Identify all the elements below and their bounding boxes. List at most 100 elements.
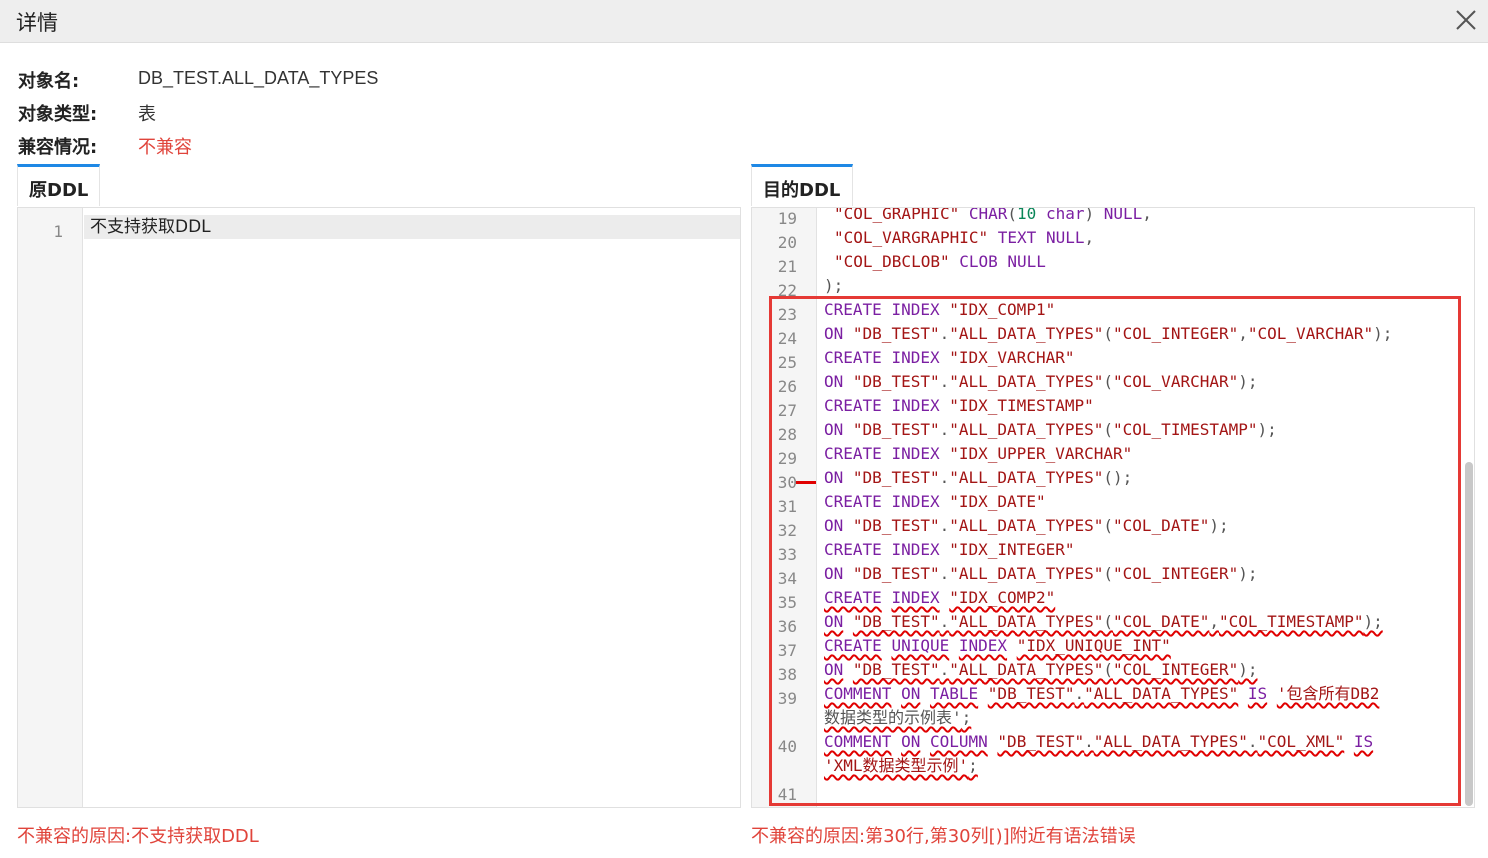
code-token: ); <box>1257 420 1277 439</box>
code-token: , <box>1142 207 1152 223</box>
code-token: "DB_TEST" <box>852 516 940 535</box>
code-token: . <box>939 660 950 679</box>
line-number: 28 <box>777 425 797 444</box>
code-token: CLOB <box>959 252 998 271</box>
code-token: "DB_TEST" <box>852 372 940 391</box>
code-line: CREATE INDEX "IDX_VARCHAR" <box>824 346 1474 370</box>
line-number: 40 <box>777 737 797 756</box>
code-token: "IDX_DATE" <box>949 492 1046 511</box>
code-token: . <box>1074 684 1085 703</box>
line-number: 27 <box>777 401 797 420</box>
code-token: INDEX <box>891 348 940 367</box>
code-token: . <box>939 420 950 439</box>
code-token: . <box>939 516 950 535</box>
code-token: 数据类型的示例表' <box>824 708 962 727</box>
code-token: ( <box>1103 564 1114 583</box>
code-token: "ALL_DATA_TYPES" <box>949 660 1104 679</box>
source-code-line: 不支持获取DDL <box>90 217 211 237</box>
code-token: , <box>1238 324 1248 343</box>
code-token: COMMENT <box>824 684 892 703</box>
code-token: 'XML数据类型示例' <box>824 756 969 775</box>
code-line: CREATE INDEX "IDX_COMP1" <box>824 298 1474 322</box>
source-gutter <box>18 208 83 807</box>
code-token: "COL_INTEGER" <box>1113 660 1239 679</box>
code-token: "IDX_INTEGER" <box>949 540 1075 559</box>
code-token: "COL_VARGRAPHIC" <box>834 228 989 247</box>
code-token: ); <box>1238 372 1258 391</box>
code-token: ON <box>824 372 844 391</box>
code-token: "IDX_COMP2" <box>949 588 1056 607</box>
code-token: ) <box>1084 207 1095 223</box>
code-token: ON <box>824 612 844 631</box>
code-token: "ALL_DATA_TYPES" <box>949 420 1104 439</box>
code-token: "ALL_DATA_TYPES" <box>1093 732 1248 751</box>
code-token: CREATE <box>824 540 882 559</box>
target-error-message: 不兼容的原因:第30行,第30列[)]附近有语法错误 <box>751 826 1136 847</box>
line-number: 37 <box>777 641 797 660</box>
code-line: ON "DB_TEST"."ALL_DATA_TYPES"("COL_VARCH… <box>824 370 1474 394</box>
code-line: CREATE INDEX "IDX_UPPER_VARCHAR" <box>824 442 1474 466</box>
code-token: ); <box>1238 564 1258 583</box>
code-token: ; <box>968 756 978 775</box>
code-token: ( <box>1103 612 1114 631</box>
code-line: CREATE INDEX "IDX_INTEGER" <box>824 538 1474 562</box>
tab-source-ddl[interactable]: 原DDL <box>17 164 100 206</box>
code-token: CREATE <box>824 636 882 655</box>
code-token: ON <box>824 564 844 583</box>
target-ddl-editor[interactable]: 19 20 21 22 23 24 25 26 27 28 29 30 31 32 33 34 35 36 37 38… <box>751 207 1475 808</box>
code-token: 10 <box>1017 207 1037 223</box>
code-token: . <box>939 564 950 583</box>
code-token: ( <box>1103 468 1114 487</box>
object-name-value: DB_TEST.ALL_DATA_TYPES <box>138 68 379 88</box>
code-token: . <box>939 372 950 391</box>
code-token: "COL_VARCHAR" <box>1113 372 1239 391</box>
code-token: . <box>939 612 950 631</box>
code-token: INDEX <box>891 300 940 319</box>
code-line: 'XML数据类型示例'; <box>824 754 1474 778</box>
code-line: ON "DB_TEST"."ALL_DATA_TYPES"(); <box>824 466 1474 490</box>
code-line: "COL_VARGRAPHIC" TEXT NULL, <box>824 226 1474 250</box>
code-token: "IDX_UNIQUE_INT" <box>1016 636 1171 655</box>
code-token: INDEX <box>891 540 940 559</box>
code-token: '包含所有DB2 <box>1276 684 1380 703</box>
code-token: "ALL_DATA_TYPES" <box>949 372 1104 391</box>
code-token: ( <box>1103 660 1114 679</box>
code-token: "COL_INTEGER" <box>1113 324 1239 343</box>
code-token: "ALL_DATA_TYPES" <box>949 612 1104 631</box>
tab-target-ddl[interactable]: 目的DDL <box>751 164 853 206</box>
code-token: CREATE <box>824 348 882 367</box>
code-token: NULL <box>1007 252 1046 271</box>
code-line: ); <box>824 274 1474 298</box>
code-token: TABLE <box>929 684 979 703</box>
compat-status: 不兼容 <box>138 137 192 157</box>
close-icon[interactable] <box>1452 6 1480 34</box>
error-gutter-marker <box>796 481 816 484</box>
object-name-label: 对象名: <box>18 71 80 92</box>
code-line: ON "DB_TEST"."ALL_DATA_TYPES"("COL_INTEG… <box>824 322 1474 346</box>
code-token: "DB_TEST" <box>997 732 1085 751</box>
scrollbar-thumb[interactable] <box>1465 462 1473 806</box>
code-token: ); <box>1363 612 1383 631</box>
code-token: , <box>1209 612 1219 631</box>
code-line: CREATE INDEX "IDX_COMP2" <box>824 586 1474 610</box>
line-number: 30 <box>777 473 797 492</box>
code-line: CREATE UNIQUE INDEX "IDX_UNIQUE_INT" <box>824 634 1474 658</box>
dialog-titlebar: 详情 <box>0 0 1488 43</box>
tab-source-ddl-label: 原DDL <box>29 180 89 201</box>
line-number: 36 <box>777 617 797 636</box>
code-token: ON <box>901 684 921 703</box>
line-number: 33 <box>777 545 797 564</box>
code-line: ON "DB_TEST"."ALL_DATA_TYPES"("COL_INTEG… <box>824 562 1474 586</box>
code-token: "ALL_DATA_TYPES" <box>949 516 1104 535</box>
tab-target-ddl-label: 目的DDL <box>763 180 841 201</box>
source-ddl-editor[interactable]: 1 不支持获取DDL <box>17 207 741 808</box>
code-token: TEXT <box>997 228 1037 247</box>
compat-label: 兼容情况: <box>18 137 98 158</box>
line-number: 26 <box>777 377 797 396</box>
code-token: INDEX <box>958 636 1008 655</box>
code-token: "COL_GRAPHIC" <box>834 207 960 223</box>
code-token: "COL_TIMESTAMP" <box>1113 420 1258 439</box>
code-token: UNIQUE <box>891 636 950 655</box>
code-token: , <box>1084 228 1095 247</box>
line-number: 31 <box>777 497 797 516</box>
